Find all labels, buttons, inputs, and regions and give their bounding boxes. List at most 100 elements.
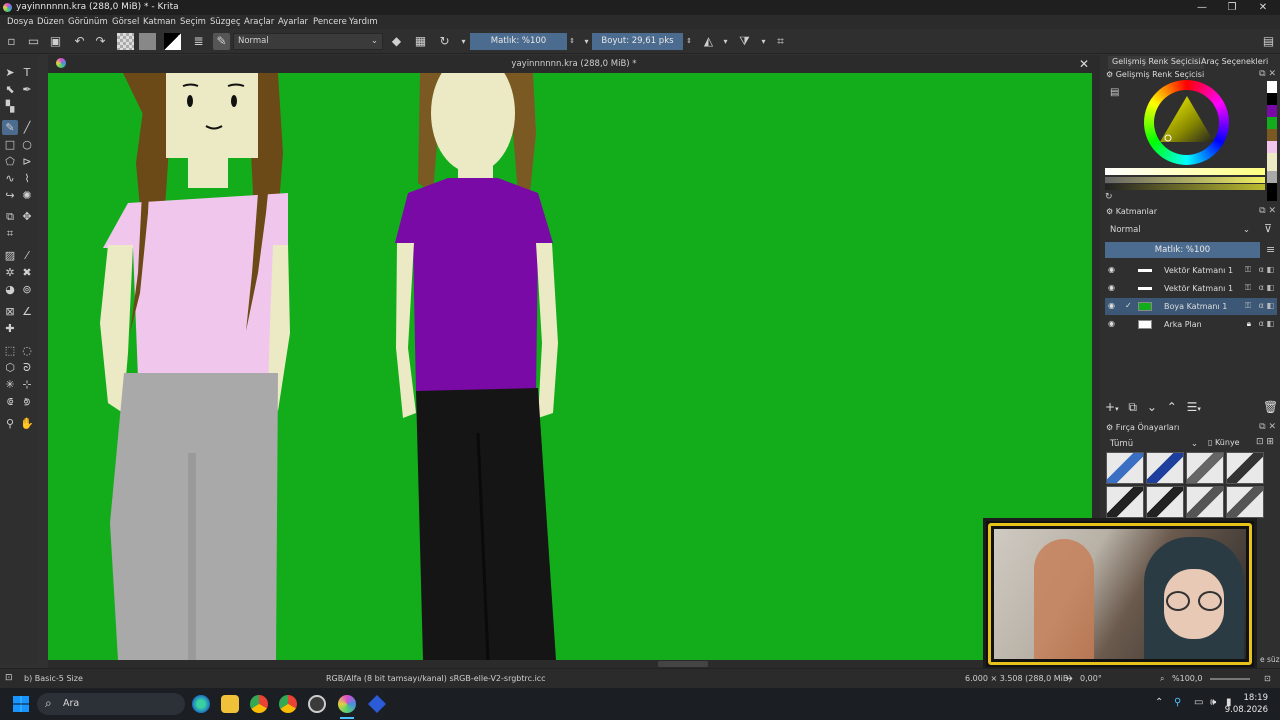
workspace-icon[interactable]: ▤ — [1260, 33, 1277, 50]
menu-icon[interactable]: ≡ — [1266, 243, 1275, 256]
transform-tool-icon[interactable]: ⧉ — [2, 209, 18, 224]
color-history-icon[interactable]: ▤ — [1110, 87, 1119, 98]
lock-icon[interactable]: ⚿ — [1245, 301, 1251, 311]
chrome-icon[interactable] — [250, 695, 268, 713]
lock-icon[interactable]: ⚿ — [1245, 283, 1251, 293]
polygon-select-icon[interactable]: ⬡ — [2, 360, 18, 375]
brush-preset-tile[interactable] — [1226, 452, 1264, 484]
colorize-mask-icon[interactable]: ✲ — [2, 265, 18, 280]
horizontal-scrollbar[interactable] — [48, 660, 1092, 668]
pattern-selector-icon[interactable] — [139, 33, 156, 50]
move-up-icon[interactable]: ⌃ — [1167, 400, 1177, 414]
menu-katman[interactable]: Katman — [143, 17, 176, 27]
smart-patch-icon[interactable]: ✖ — [19, 265, 35, 280]
app-icon[interactable] — [368, 695, 386, 713]
brush-filter-select[interactable]: Tümü ⌄ — [1105, 437, 1201, 451]
contiguous-select-icon[interactable]: ✳ — [2, 377, 18, 392]
rect-select-icon[interactable]: ⬚ — [2, 343, 18, 358]
zoom-tool-icon[interactable]: ⚲ — [2, 416, 18, 431]
layer-row[interactable]: ◉ Vektör Katmanı 1 ⚿ α ◧ — [1105, 262, 1277, 279]
menu-duzen[interactable]: Düzen — [37, 17, 64, 27]
brush-preset-tile[interactable] — [1226, 486, 1264, 518]
lock-icon[interactable]: 🔒︎ — [1247, 319, 1251, 329]
crop-tool-icon[interactable]: ⌗ — [2, 226, 18, 241]
color-picker-icon[interactable]: ⁄ — [19, 248, 35, 263]
layer-props-icon[interactable]: α ◧ — [1259, 265, 1274, 274]
brush-settings-icon[interactable]: ≣ — [190, 33, 207, 50]
stepper-icon[interactable]: ⇕ — [567, 33, 577, 50]
layer-props-icon[interactable]: α ◧ — [1259, 301, 1274, 310]
menu-gorunum[interactable]: Görünüm — [68, 17, 108, 27]
rotation-icon[interactable]: ↔ — [1066, 674, 1073, 683]
assistant-tool-icon[interactable]: ⊠ — [2, 304, 18, 319]
menu-araclar[interactable]: Araçlar — [244, 17, 274, 27]
menu-secim[interactable]: Seçim — [180, 17, 206, 27]
brush-preset-tile[interactable] — [1186, 452, 1224, 484]
tray-app-icon[interactable]: ⚲ — [1174, 697, 1181, 708]
new-document-icon[interactable]: ▫ — [3, 33, 20, 50]
menu-suzgec[interactable]: Süzgeç — [210, 17, 241, 27]
reload-preset-icon[interactable]: ↻ — [436, 33, 453, 50]
undo-icon[interactable]: ↶ — [71, 33, 88, 50]
mirror-horizontal-icon[interactable]: ◭ — [700, 33, 717, 50]
move-down-icon[interactable]: ⌄ — [1147, 400, 1157, 414]
add-layer-icon[interactable]: + — [1105, 400, 1115, 414]
layer-opacity-slider[interactable]: Matlık: %100 — [1105, 242, 1260, 258]
magnetic-select-icon[interactable]: ⟄ — [19, 394, 35, 409]
pan-tool-icon[interactable]: ✋ — [19, 416, 35, 431]
freehand-path-icon[interactable]: ⌇ — [19, 171, 35, 186]
duplicate-layer-icon[interactable]: ⧉ — [1128, 400, 1137, 414]
menu-gorsel[interactable]: Görsel — [112, 17, 139, 27]
bezier-select-icon[interactable]: ⟃ — [2, 394, 18, 409]
save-icon[interactable]: ▣ — [47, 33, 64, 50]
eye-icon[interactable]: ◉ — [1108, 301, 1115, 310]
chevron-down-icon[interactable]: ▾ — [755, 33, 772, 50]
gradient-tool-icon[interactable]: ▨ — [2, 248, 18, 263]
delete-layer-icon[interactable]: 🗑︎ — [1263, 400, 1278, 414]
fullscreen-icon[interactable]: ⊡ — [1264, 674, 1271, 683]
gradient-selector-icon[interactable] — [117, 33, 134, 50]
scroll-thumb[interactable] — [658, 661, 708, 667]
layer-row-selected[interactable]: ◉ ✓ Boya Katmanı 1 ⚿ α ◧ — [1105, 298, 1277, 315]
settings-icon[interactable]: ⚙ — [1106, 207, 1113, 216]
refresh-icon[interactable]: ↻ — [1105, 192, 1113, 202]
float-close-icon[interactable]: ⧉ ✕ — [1259, 422, 1276, 432]
fg-bg-color-icon[interactable] — [164, 33, 181, 50]
reference-pin-icon[interactable]: ✚ — [2, 321, 18, 336]
wrap-around-icon[interactable]: ⌗ — [772, 33, 789, 50]
layer-props-icon[interactable]: α ◧ — [1259, 319, 1274, 328]
size-slider[interactable]: Boyut: 29,61 pks — [592, 33, 683, 50]
ellipse-tool-icon[interactable]: ○ — [19, 137, 35, 152]
zoom-icon[interactable]: ⌕ — [1160, 674, 1164, 684]
close-button[interactable]: ✕ — [1248, 0, 1278, 15]
eye-icon[interactable]: ◉ — [1108, 319, 1115, 328]
settings-icon[interactable]: ⚙ — [1106, 423, 1113, 432]
fill-tool-icon[interactable]: ◕ — [2, 282, 18, 297]
menu-yardim[interactable]: Yardım — [349, 17, 378, 27]
brush-icon[interactable]: ⊡ — [5, 673, 13, 683]
drawing-canvas[interactable] — [48, 73, 1092, 660]
polygon-tool-icon[interactable]: ⬠ — [2, 154, 18, 169]
enclose-fill-icon[interactable]: ⊚ — [19, 282, 35, 297]
ellipse-select-icon[interactable]: ◌ — [19, 343, 35, 358]
polyline-tool-icon[interactable]: ⊳ — [19, 154, 35, 169]
display-icon[interactable]: ▭ — [1194, 697, 1203, 708]
blend-mode-select[interactable]: Normal ⌄ — [233, 33, 383, 50]
freehand-select-icon[interactable]: ᘐ — [19, 360, 35, 375]
clock[interactable]: 18:19 9.08.2026 — [1225, 692, 1268, 716]
brush-view-icons[interactable]: ⊡ ⊞ — [1256, 437, 1274, 447]
tag-button[interactable]: ▯ Künye — [1208, 438, 1240, 447]
zoom-slider[interactable] — [1210, 678, 1250, 680]
multibrush-icon[interactable]: ✺ — [19, 188, 35, 203]
eye-icon[interactable]: ◉ — [1108, 265, 1115, 274]
color-wheel[interactable] — [1144, 80, 1229, 165]
close-document-icon[interactable]: ✕ — [1079, 57, 1089, 71]
tab-tool-options[interactable]: Araç Seçenekleri — [1197, 56, 1272, 69]
volume-icon[interactable]: 🕪︎ — [1210, 697, 1216, 708]
similar-select-icon[interactable]: ⊹ — [19, 377, 35, 392]
brush-preset-icon[interactable]: ✎ — [213, 33, 230, 50]
brush-preset-tile[interactable] — [1106, 486, 1144, 518]
open-folder-icon[interactable]: ▭ — [25, 33, 42, 50]
float-close-icon[interactable]: ⧉ ✕ — [1259, 206, 1276, 216]
settings-icon[interactable]: ⚙ — [1106, 70, 1113, 79]
